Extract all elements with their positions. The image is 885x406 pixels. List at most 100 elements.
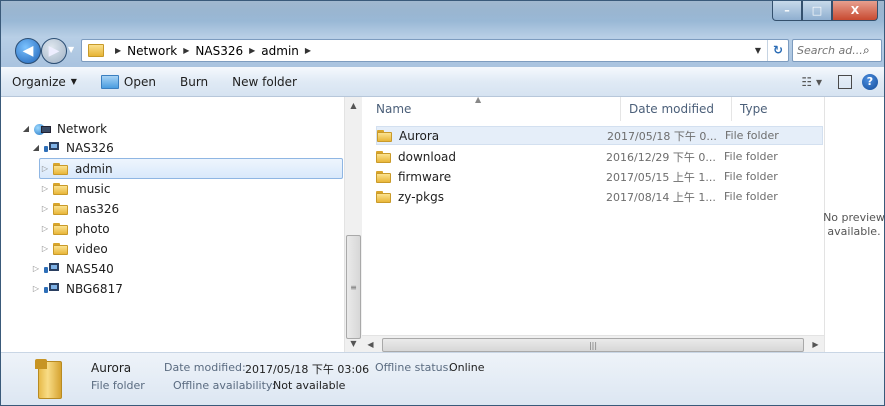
tree-item-label: admin [75, 161, 113, 176]
recent-pages-dropdown-icon[interactable]: ▼ [68, 45, 74, 54]
file-row-zy-pkgs[interactable]: zy-pkgs 2017/08/14 上午 1... File folder [376, 187, 823, 206]
open-button[interactable]: Open [89, 71, 168, 93]
tree-item-label: Network [57, 121, 108, 136]
computer-icon [44, 262, 60, 276]
tree-item-nbg6817[interactable]: ▷ NBG6817 [31, 279, 123, 298]
burn-button[interactable]: Burn [168, 71, 220, 93]
details-item-name: Aurora [91, 361, 132, 375]
network-icon [34, 122, 52, 136]
file-list: Name ▲ Date modified Type Aurora 2017/05… [362, 95, 824, 352]
close-button[interactable]: X [832, 1, 878, 21]
file-name-cell: zy-pkgs [376, 190, 606, 204]
column-header-name[interactable]: Name ▲ [368, 95, 621, 121]
tree-item-photo[interactable]: ▷ photo [40, 219, 110, 238]
open-folder-icon [100, 74, 119, 89]
breadcrumb-separator-icon[interactable]: ▶ [249, 46, 255, 55]
tree-item-label: NAS540 [66, 261, 114, 276]
scroll-right-arrow-icon[interactable]: ▶ [807, 336, 824, 353]
sort-ascending-icon: ▲ [475, 95, 482, 104]
file-type: File folder [724, 190, 778, 203]
chevron-down-icon: ▼ [70, 77, 77, 86]
search-input[interactable] [797, 44, 863, 57]
file-name-cell: firmware [376, 170, 606, 184]
organize-button[interactable]: Organize ▼ [1, 71, 89, 93]
search-box[interactable]: ⌕ [792, 39, 882, 62]
preview-message: No preview available. [819, 211, 884, 239]
breadcrumb-admin[interactable]: admin [261, 44, 299, 58]
search-icon[interactable]: ⌕ [863, 43, 870, 58]
file-row-aurora[interactable]: Aurora 2017/05/18 下午 0... File folder [376, 126, 823, 145]
tree-item-music[interactable]: ▷ music [40, 179, 111, 198]
tree-item-network[interactable]: ◢ Network [21, 119, 107, 138]
address-bar[interactable]: ▶ Network ▶ NAS326 ▶ admin ▶ ▼ ↻ [81, 39, 789, 62]
refresh-icon: ↻ [772, 43, 784, 57]
tree-item-label: video [75, 241, 108, 256]
collapsed-arrow-icon[interactable]: ▷ [40, 164, 50, 173]
details-offline-availability-label: Offline availability: [173, 379, 276, 392]
breadcrumb-separator-icon[interactable]: ▶ [183, 46, 189, 55]
forward-button[interactable]: ▶ [41, 38, 67, 64]
scroll-left-arrow-icon[interactable]: ◀ [362, 336, 379, 353]
minimize-button[interactable]: – [772, 1, 802, 21]
back-button[interactable]: ◀ [15, 38, 41, 64]
details-offline-availability-value[interactable]: Not available [273, 379, 345, 392]
window-controls: – □ X [772, 1, 878, 21]
collapsed-arrow-icon[interactable]: ▷ [31, 264, 41, 273]
column-header-date[interactable]: Date modified [621, 97, 732, 121]
preview-line-2: available. [827, 225, 881, 238]
file-date: 2017/05/18 下午 0... [607, 129, 717, 143]
explorer-window: – □ X ◀ ▶ ▼ ▶ Network ▶ NAS326 ▶ admin ▶… [0, 0, 885, 406]
back-arrow-icon: ◀ [22, 43, 34, 59]
file-type: File folder [724, 170, 778, 183]
collapsed-arrow-icon[interactable]: ▷ [40, 244, 50, 253]
file-row-firmware[interactable]: firmware 2017/05/15 上午 1... File folder [376, 167, 823, 186]
folder-icon [377, 129, 393, 142]
tree-item-label: NAS326 [66, 140, 114, 155]
collapsed-arrow-icon[interactable]: ▷ [40, 184, 50, 193]
title-bar: – □ X ◀ ▶ ▼ ▶ Network ▶ NAS326 ▶ admin ▶… [1, 1, 884, 67]
address-controls: ▼ ↻ [749, 40, 788, 61]
scroll-down-arrow-icon[interactable]: ▼ [345, 335, 362, 352]
open-label: Open [123, 74, 156, 89]
new-folder-button[interactable]: New folder [220, 71, 309, 93]
breadcrumb-nas326[interactable]: NAS326 [195, 44, 243, 58]
tree-item-admin[interactable]: ▷ admin [39, 158, 343, 179]
tree-item-nas540[interactable]: ▷ NAS540 [31, 259, 114, 278]
file-name: firmware [398, 169, 452, 184]
tree-item-video[interactable]: ▷ video [40, 239, 108, 258]
maximize-button[interactable]: □ [802, 1, 832, 21]
scroll-up-arrow-icon[interactable]: ▲ [345, 97, 362, 114]
scrollbar-thumb[interactable]: ≡ [346, 235, 361, 339]
breadcrumb-network[interactable]: Network [127, 44, 177, 58]
tree-item-label: photo [75, 221, 110, 236]
change-view-icon[interactable]: ☷ ▾ [795, 75, 828, 89]
file-type: File folder [724, 150, 778, 163]
help-icon[interactable]: ? [862, 73, 878, 90]
scrollbar-thumb[interactable]: ||| [382, 338, 804, 352]
expanded-arrow-icon[interactable]: ◢ [21, 124, 31, 133]
refresh-button[interactable]: ↻ [767, 40, 788, 61]
navigation-pane-scrollbar[interactable]: ▲ ≡ ▼ [344, 97, 362, 352]
breadcrumb-separator-icon[interactable]: ▶ [305, 46, 311, 55]
tree-item-nas326-folder[interactable]: ▷ nas326 [40, 199, 119, 218]
column-header-label: Date modified [629, 102, 715, 116]
file-name-cell: Aurora [377, 129, 607, 143]
breadcrumb-separator-icon[interactable]: ▶ [115, 46, 121, 55]
file-list-scrollbar[interactable]: ◀ ||| ▶ [362, 335, 824, 353]
file-date: 2017/08/14 上午 1... [606, 190, 716, 204]
computer-icon [44, 282, 60, 296]
new-folder-label: New folder [232, 74, 297, 89]
organize-label: Organize [12, 74, 66, 89]
collapsed-arrow-icon[interactable]: ▷ [31, 284, 41, 293]
folder-icon [376, 190, 392, 203]
collapsed-arrow-icon[interactable]: ▷ [40, 204, 50, 213]
address-history-dropdown-icon[interactable]: ▼ [749, 46, 767, 55]
file-row-download[interactable]: download 2016/12/29 下午 0... File folder [376, 147, 823, 166]
folder-icon [53, 182, 69, 195]
collapsed-arrow-icon[interactable]: ▷ [40, 224, 50, 233]
expanded-arrow-icon[interactable]: ◢ [31, 143, 41, 152]
tree-item-nas326[interactable]: ◢ NAS326 [31, 138, 114, 157]
preview-pane-icon[interactable] [838, 74, 852, 89]
file-name-cell: download [376, 150, 606, 164]
column-header-type[interactable]: Type [732, 97, 824, 121]
